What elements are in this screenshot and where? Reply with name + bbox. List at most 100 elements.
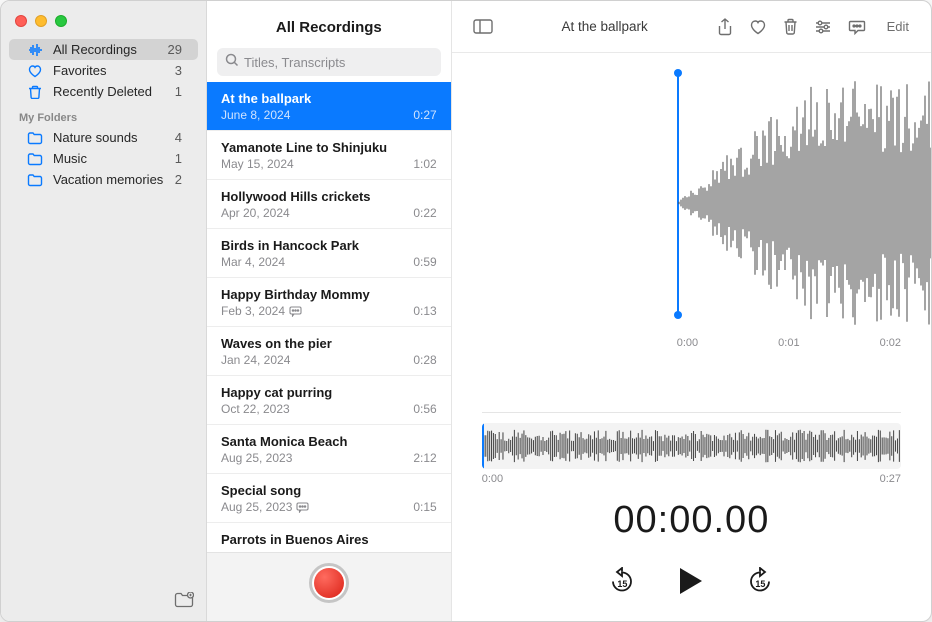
waveform-large [482, 73, 901, 333]
recording-item[interactable]: Happy Birthday Mommy Feb 3, 2024 0:13 [207, 278, 451, 327]
recording-item-title: Yamanote Line to Shinjuku [221, 140, 437, 155]
folder-icon [27, 131, 45, 145]
app-window: All Recordings29Favorites3Recently Delet… [0, 0, 932, 622]
minimize-window-button[interactable] [35, 15, 47, 27]
sidebar-section-header: My Folders [1, 102, 206, 127]
waveform-overview[interactable] [482, 423, 901, 469]
transcript-button[interactable] [841, 15, 873, 39]
recording-item-duration: 1:02 [413, 157, 436, 171]
recording-item-date: Jan 24, 2024 [221, 353, 290, 367]
sidebar-item-label: Music [53, 151, 175, 166]
sidebar-list: All Recordings29Favorites3Recently Delet… [1, 35, 206, 584]
detail-pane: At the ballpark Edit 0:000:010:02 [452, 1, 931, 621]
divider [482, 412, 901, 413]
sidebar-item-count: 3 [175, 63, 182, 78]
transcript-icon [296, 502, 309, 513]
overview-end: 0:27 [880, 473, 901, 485]
overview-times: 0:00 0:27 [482, 473, 901, 485]
sidebar-item-count: 29 [168, 42, 182, 57]
recording-item-duration: 2:12 [413, 451, 436, 465]
sidebar-item-count: 1 [175, 151, 182, 166]
transcript-icon [289, 306, 302, 317]
recordings-title: All Recordings [207, 1, 451, 48]
recording-item-title: Happy Birthday Mommy [221, 287, 437, 302]
playhead[interactable] [482, 423, 484, 469]
sidebar-item-count: 1 [175, 84, 182, 99]
recording-item[interactable]: Birds in Hancock Park Mar 4, 2024 0:59 [207, 229, 451, 278]
play-button[interactable] [678, 566, 704, 601]
recording-item[interactable]: Hollywood Hills crickets Apr 20, 2024 0:22 [207, 180, 451, 229]
search-icon [225, 53, 239, 72]
recordings-column: All Recordings At the ballparkJune 8, 20… [207, 1, 452, 621]
sidebar-item-recently-deleted[interactable]: Recently Deleted1 [9, 81, 198, 102]
delete-button[interactable] [776, 14, 805, 39]
sidebar-item-label: Recently Deleted [53, 84, 175, 99]
toggle-sidebar-button[interactable] [466, 15, 500, 38]
sidebar-folder-music[interactable]: Music1 [9, 148, 198, 169]
recording-item-duration: 0:56 [413, 402, 436, 416]
options-button[interactable] [807, 16, 839, 38]
folder-icon [27, 173, 45, 187]
sidebar-folder-nature-sounds[interactable]: Nature sounds4 [9, 127, 198, 148]
recording-item[interactable]: Santa Monica BeachAug 25, 20232:12 [207, 425, 451, 474]
recording-item[interactable]: Yamanote Line to Shinjuku May 15, 2024 1:0… [207, 131, 451, 180]
sidebar-item-label: Favorites [53, 63, 175, 78]
search-field[interactable] [217, 48, 441, 76]
recording-item-duration: 0:22 [413, 206, 436, 220]
recording-item-title: Parrots in Buenos Aires [221, 532, 437, 547]
sidebar-item-favorites[interactable]: Favorites3 [9, 60, 198, 81]
zoom-window-button[interactable] [55, 15, 67, 27]
sidebar-item-all-recordings[interactable]: All Recordings29 [9, 39, 198, 60]
waveform-icon [27, 43, 45, 57]
sidebar-footer [1, 584, 206, 621]
new-folder-button[interactable] [174, 592, 194, 613]
sidebar-item-label: Vacation memories [53, 172, 175, 187]
sidebar-item-count: 2 [175, 172, 182, 187]
recording-item-title: Waves on the pier [221, 336, 437, 351]
time-display: 00:00.00 [482, 499, 901, 542]
record-button[interactable] [309, 563, 349, 603]
window-controls [1, 1, 206, 35]
toolbar: At the ballpark Edit [452, 1, 931, 53]
waveform-zoom-area[interactable]: 0:000:010:02 [452, 53, 931, 400]
recording-item[interactable]: Happy cat purring Oct 22, 2023 0:56 [207, 376, 451, 425]
recording-item-duration: 0:15 [413, 500, 436, 514]
search-input[interactable] [244, 55, 433, 70]
recording-item-title: Birds in Hancock Park [221, 238, 437, 253]
recording-item[interactable]: Special song Aug 25, 2023 0:15 [207, 474, 451, 523]
recording-item-title: Happy cat purring [221, 385, 437, 400]
sidebar: All Recordings29Favorites3Recently Delet… [1, 1, 207, 621]
favorite-button[interactable] [742, 15, 774, 39]
recording-item-title: Special song [221, 483, 437, 498]
skip-forward-button[interactable]: 15 [746, 567, 774, 600]
recording-item-date: Apr 20, 2024 [221, 206, 290, 220]
recording-item-duration: 0:59 [413, 255, 436, 269]
recording-item-date: Aug 25, 2023 [221, 500, 292, 514]
skip-back-button[interactable]: 15 [608, 567, 636, 600]
sidebar-folder-vacation-memories[interactable]: Vacation memories2 [9, 169, 198, 190]
share-button[interactable] [710, 14, 740, 40]
close-window-button[interactable] [15, 15, 27, 27]
recording-item-title: At the ballpark [221, 91, 437, 106]
recording-item[interactable]: Parrots in Buenos Aires [207, 523, 451, 552]
recording-item-duration: 0:13 [413, 304, 436, 318]
recording-item-date: May 15, 2024 [221, 157, 294, 171]
axis-tick: 0:01 [778, 337, 799, 349]
recording-item[interactable]: At the ballparkJune 8, 20240:27 [207, 82, 451, 131]
recording-item-date: Aug 25, 2023 [221, 451, 292, 465]
playback-controls: 15 15 [482, 566, 901, 621]
recording-item-date: Oct 22, 2023 [221, 402, 290, 416]
recording-item-duration: 0:28 [413, 353, 436, 367]
recording-item-date: Mar 4, 2024 [221, 255, 285, 269]
edit-button[interactable]: Edit [879, 16, 917, 37]
recordings-list: At the ballparkJune 8, 20240:27Yamanote … [207, 82, 451, 552]
time-axis: 0:000:010:02 [482, 337, 901, 349]
heart-icon [27, 64, 45, 78]
record-area [207, 552, 451, 621]
recording-item-date: Feb 3, 2024 [221, 304, 285, 318]
recording-item[interactable]: Waves on the pier Jan 24, 2024 0:28 [207, 327, 451, 376]
recording-item-title: Hollywood Hills crickets [221, 189, 437, 204]
sidebar-item-count: 4 [175, 130, 182, 145]
folder-icon [27, 152, 45, 166]
axis-tick: 0:02 [880, 337, 901, 349]
